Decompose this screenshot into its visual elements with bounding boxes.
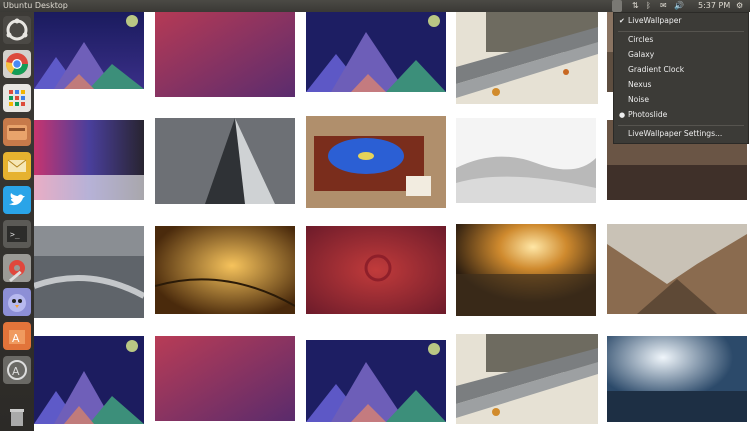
chrome-icon[interactable] <box>3 50 31 78</box>
trash-icon[interactable] <box>3 402 31 430</box>
wallpaper-thumb-rope-knit[interactable] <box>34 226 144 318</box>
wallpaper-thumb-ubuntu-red-logo[interactable] <box>306 226 446 314</box>
mail-icon[interactable] <box>3 152 31 180</box>
wallpaper-thumb-cobblestones[interactable] <box>34 120 144 200</box>
menu-separator-2 <box>618 125 744 126</box>
menu-separator <box>618 31 744 32</box>
apps-grid-icon[interactable] <box>3 84 31 112</box>
mail-indicator-icon[interactable]: ✉ <box>660 0 667 12</box>
svg-text:A: A <box>12 332 20 345</box>
checkmark-icon: ✔ <box>619 17 625 25</box>
window-title: Ubuntu Desktop <box>3 1 68 10</box>
twitter-icon[interactable] <box>3 186 31 214</box>
menu-item-noise[interactable]: Noise <box>614 94 748 106</box>
radio-dot-icon: ● <box>619 111 626 119</box>
menu-item-nexus[interactable]: Nexus <box>614 79 748 91</box>
settings-icon[interactable] <box>3 254 31 282</box>
wallpaper-thumb-purple-gradient[interactable] <box>155 12 295 97</box>
wallpaper-thumb-valley[interactable] <box>607 224 747 314</box>
launcher: >_ A A <box>0 12 34 431</box>
wallpaper-thumb-bench-leaves[interactable] <box>456 12 598 104</box>
wallpaper-thumb-purple-gradient-2[interactable] <box>155 336 295 421</box>
bluetooth-icon[interactable]: ᛒ <box>646 0 651 12</box>
wallpaper-thumb-bench-leaves-2[interactable] <box>456 334 598 424</box>
software-center-icon[interactable]: A <box>3 322 31 350</box>
session-gear-icon[interactable]: ⚙ <box>736 0 743 12</box>
indicator-tray: ⇅ ᛒ ✉ 🔊 5:37 PM ⚙ <box>610 0 750 12</box>
wallpaper-thumb-sunset-field[interactable] <box>456 224 596 316</box>
menu-header-livewallpaper[interactable]: ✔ LiveWallpaper <box>614 15 748 27</box>
livewallpaper-indicator-icon[interactable] <box>612 0 622 12</box>
top-panel: Ubuntu Desktop ⇅ ᛒ ✉ 🔊 5:37 PM ⚙ <box>0 0 750 12</box>
wallpaper-thumb-mountain-triangles-2[interactable] <box>306 12 446 92</box>
wallpaper-thumb-mountain-triangles-3[interactable] <box>34 336 144 424</box>
network-icon[interactable]: ⇅ <box>632 0 639 12</box>
pidgin-bird-icon[interactable] <box>3 288 31 316</box>
file-manager-icon[interactable] <box>3 118 31 146</box>
terminal-icon[interactable]: >_ <box>3 220 31 248</box>
menu-item-galaxy[interactable]: Galaxy <box>614 49 748 61</box>
wallpaper-thumb-mountain-triangles-4[interactable] <box>306 340 446 422</box>
clock-text[interactable]: 5:37 PM <box>698 0 730 12</box>
livewallpaper-menu: ✔ LiveWallpaper Circles Galaxy Gradient … <box>613 12 749 144</box>
volume-icon[interactable]: 🔊 <box>674 0 684 12</box>
wallpaper-thumb-skyscraper[interactable] <box>155 118 295 204</box>
wallpaper-thumb-record-player[interactable] <box>306 116 446 208</box>
wallpaper-thumb-lake-moon[interactable] <box>607 336 747 422</box>
svg-text:A: A <box>12 365 20 378</box>
menu-item-circles[interactable]: Circles <box>614 34 748 46</box>
wallpaper-thumb-mountain-triangles[interactable] <box>34 12 144 89</box>
updater-icon[interactable]: A <box>3 356 31 384</box>
ubuntu-logo-icon[interactable] <box>3 16 31 44</box>
menu-item-gradient-clock[interactable]: Gradient Clock <box>614 64 748 76</box>
wallpaper-thumb-desert-dunes[interactable] <box>456 118 596 203</box>
svg-text:>_: >_ <box>10 230 20 239</box>
menu-item-settings[interactable]: LiveWallpaper Settings... <box>614 128 748 140</box>
menu-item-photoslide[interactable]: ● Photoslide <box>614 109 748 121</box>
wallpaper-thumb-autumn-leaf[interactable] <box>155 226 295 314</box>
